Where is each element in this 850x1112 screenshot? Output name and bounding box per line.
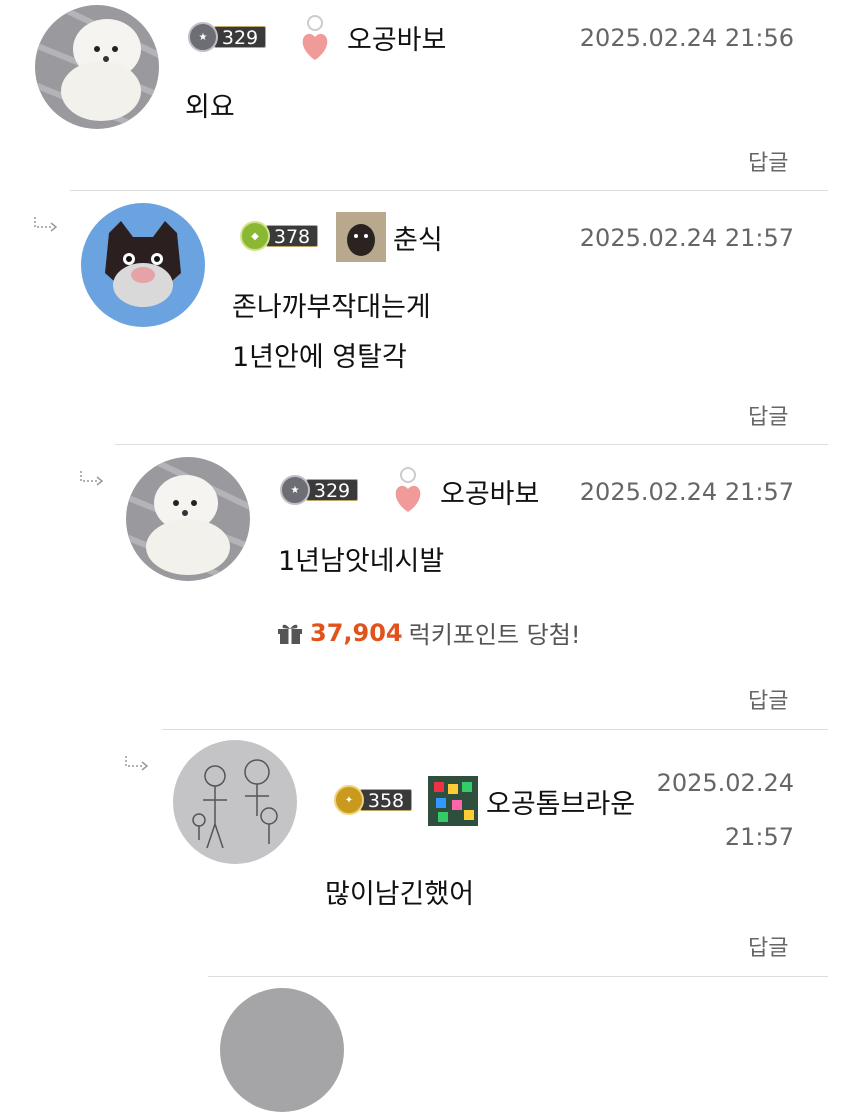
comment-body: 존나까부작대는게 1년안에 영탈각 — [232, 283, 431, 383]
timestamp: 2025.02.24 21:56 — [579, 24, 794, 52]
comment-line: 1년남앗네시발 — [278, 546, 445, 577]
avatar[interactable] — [173, 740, 297, 864]
comment-line: 존나까부작대는게 — [232, 292, 431, 323]
black-dog-photo-icon — [336, 212, 386, 262]
colorful-game-icon — [428, 776, 478, 826]
reply-button[interactable]: 답글 — [748, 399, 788, 431]
medal-icon: ★ — [188, 22, 218, 52]
black-pomeranian-avatar-icon — [81, 203, 205, 327]
reply-arrow-icon — [80, 471, 104, 486]
pink-heart-icon — [383, 466, 433, 516]
white-pomeranian-avatar-icon — [35, 5, 159, 129]
comment-body: 외요 — [185, 83, 235, 133]
comment-body: 1년남앗네시발 — [278, 537, 444, 587]
reply-button[interactable]: 답글 — [748, 930, 788, 962]
level-number: 358 — [360, 789, 412, 812]
avatar[interactable] — [126, 457, 250, 581]
divider — [208, 976, 828, 977]
timestamp-date: 2025.02.24 — [656, 769, 794, 797]
nickname[interactable]: 춘식 — [393, 218, 443, 257]
comment-line: 많이남긴했어 — [325, 879, 475, 910]
sketch-family-avatar-icon — [173, 740, 297, 864]
gift-icon — [278, 624, 302, 644]
timestamp: 2025.02.24 21:57 — [579, 224, 794, 252]
nickname[interactable]: 오공톰브라운 — [486, 782, 635, 821]
medal-icon: ✦ — [334, 785, 364, 815]
avatar[interactable] — [81, 203, 205, 327]
level-number: 329 — [214, 26, 266, 49]
level-badge: ★ 329 — [188, 22, 266, 52]
medal-icon: ★ — [280, 475, 310, 505]
comment-1: ★ 329 오공바보 2025.02.24 21:56 외요 답글 — [0, 0, 850, 190]
reply-button[interactable]: 답글 — [748, 145, 788, 177]
avatar[interactable] — [35, 5, 159, 129]
timestamp: 2025.02.24 21:57 — [657, 756, 794, 864]
timestamp-time: 21:57 — [724, 823, 794, 851]
level-badge: ◆ 378 — [240, 221, 318, 251]
reply-arrow-icon — [34, 217, 58, 232]
timestamp: 2025.02.24 21:57 — [579, 478, 794, 506]
comment-4: ✦ 358 오공톰브라운 2025.02.24 21:57 많이남긴했어 답글 — [0, 730, 850, 976]
level-badge: ★ 329 — [280, 475, 358, 505]
comment-3: ★ 329 오공바보 2025.02.24 21:57 1년남앗네시발 37,9… — [0, 445, 850, 729]
comment-line: 외요 — [185, 92, 235, 123]
medal-icon: ◆ — [240, 221, 270, 251]
lucky-point-notice: 37,904 럭키포인트 당첨! — [276, 615, 580, 650]
reply-arrow-icon — [125, 756, 149, 771]
nickname[interactable]: 오공바보 — [440, 472, 539, 511]
white-pomeranian-avatar-icon — [126, 457, 250, 581]
comment-2: ◆ 378 춘식 2025.02.24 21:57 존나까부작대는게 1년안에 … — [0, 191, 850, 444]
avatar-icon — [220, 988, 344, 1112]
level-number: 329 — [306, 479, 358, 502]
comment-body: 많이남긴했어 — [325, 870, 474, 920]
lucky-point-amount: 37,904 — [310, 618, 403, 647]
nickname[interactable]: 오공바보 — [347, 18, 446, 57]
lucky-point-label: 럭키포인트 당첨! — [408, 621, 581, 649]
level-badge: ✦ 358 — [334, 785, 412, 815]
level-number: 378 — [266, 225, 318, 248]
reply-button[interactable]: 답글 — [748, 683, 788, 715]
next-avatar-partial[interactable] — [220, 988, 344, 1112]
comment-line: 1년안에 영탈각 — [232, 342, 407, 373]
pink-heart-icon — [290, 14, 340, 64]
